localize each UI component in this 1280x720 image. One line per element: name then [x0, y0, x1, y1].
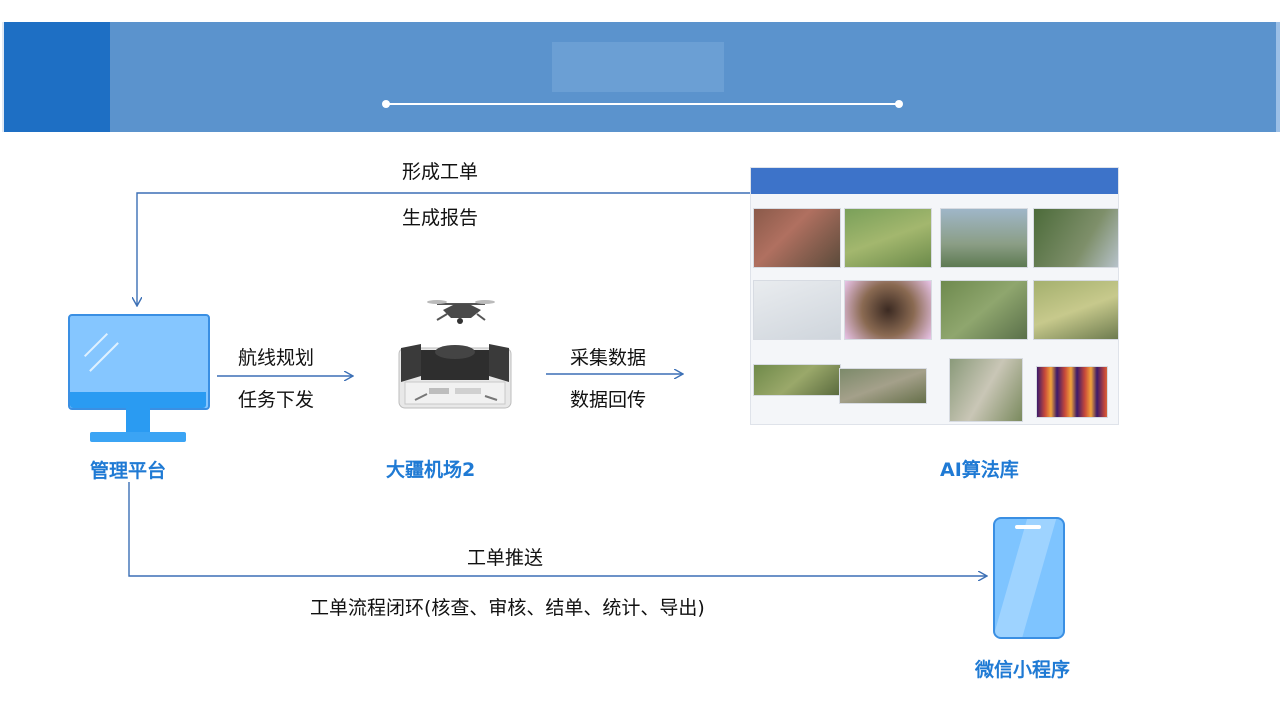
ai-thumb [940, 208, 1028, 268]
ai-thumb [1033, 208, 1118, 268]
ai-thumb [1033, 280, 1118, 340]
ai-library-preview-header [751, 168, 1118, 194]
node-label-platform: 管理平台 [90, 460, 167, 482]
ai-library-preview [750, 167, 1119, 425]
push-arrow [128, 482, 986, 576]
ai-thumb [844, 208, 932, 268]
label-collect-data: 采集数据 [570, 347, 647, 369]
ai-thumb [753, 364, 841, 396]
drone-dock-icon [385, 290, 525, 420]
node-label-dock: 大疆机场2 [386, 459, 476, 481]
node-label-mini-program: 微信小程序 [975, 659, 1071, 681]
ai-thumb [839, 368, 927, 404]
node-label-ai-library: AI算法库 [940, 459, 1019, 481]
label-work-order-push: 工单推送 [467, 547, 544, 569]
label-route-planning: 航线规划 [238, 347, 315, 369]
ai-thumb [753, 208, 841, 268]
smartphone-icon [993, 517, 1065, 639]
ai-thumb [844, 280, 932, 340]
drone-icon [427, 300, 495, 324]
ai-thumb [949, 358, 1023, 422]
label-data-return: 数据回传 [570, 389, 647, 411]
ai-thumb [753, 280, 841, 340]
label-generate-report: 生成报告 [402, 207, 479, 229]
label-work-order-closed-loop: 工单流程闭环(核查、审核、结单、统计、导出) [310, 597, 705, 619]
ai-thumb [940, 280, 1028, 340]
label-form-work-order: 形成工单 [402, 161, 479, 183]
label-task-dispatch: 任务下发 [238, 389, 315, 411]
ai-thumb [1036, 366, 1108, 418]
monitor-icon [68, 314, 210, 444]
